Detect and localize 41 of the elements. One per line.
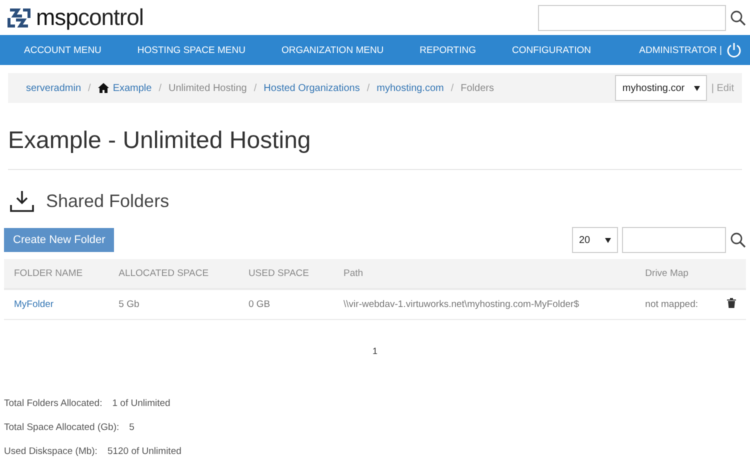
edit-link[interactable]: | Edit	[711, 82, 734, 94]
summary-label: Used Diskspace (Mb):	[4, 446, 98, 457]
page-title: Example - Unlimited Hosting	[8, 126, 312, 156]
table-cell: 0 GB	[248, 299, 270, 310]
breadcrumb-separator: /	[254, 82, 257, 94]
nav-menu-item[interactable]: ORGANIZATION MENU	[281, 44, 384, 56]
column-header: USED SPACE	[238, 259, 334, 289]
nav-menu-item[interactable]: CONFIGURATION	[512, 44, 591, 56]
breadcrumb-separator: /	[366, 82, 370, 94]
table-cell: 5 Gb	[118, 299, 140, 310]
nav-menu-item[interactable]: REPORTING	[420, 44, 476, 56]
summary-value: 5	[129, 422, 134, 433]
breadcrumb-text: Folders	[460, 82, 494, 94]
organization-select[interactable]: myhosting.cor	[615, 75, 708, 101]
breadcrumb-link[interactable]: Hosted Organizations	[264, 82, 360, 94]
breadcrumb-separator: /	[158, 82, 162, 94]
column-header: Drive Map	[635, 259, 722, 289]
create-folder-button[interactable]: Create New Folder	[4, 228, 114, 252]
section-title: Shared Folders	[46, 190, 170, 212]
breadcrumb-link[interactable]: Example	[98, 82, 152, 94]
logo-text: mspcontrol	[36, 4, 144, 31]
summary-value: 1 of Unlimited	[112, 398, 170, 409]
breadcrumb-link[interactable]: serveradmin	[26, 82, 82, 94]
breadcrumb-text: Unlimited Hosting	[168, 82, 247, 94]
nav-menu-item[interactable]: ACCOUNT MENU	[24, 44, 102, 56]
column-header: Path	[334, 259, 636, 289]
breadcrumb-separator: /	[450, 82, 454, 94]
page-size-select[interactable]: 20	[572, 227, 618, 253]
column-header: FOLDER NAME	[4, 259, 109, 289]
breadcrumb-separator: /	[88, 82, 91, 94]
column-header: ALLOCATED SPACE	[108, 259, 238, 289]
table-cell: not mapped:	[645, 299, 698, 310]
folder-link[interactable]: MyFolder	[14, 299, 54, 310]
user-menu[interactable]: ADMINISTRATOR |	[639, 44, 722, 56]
summary-label: Total Folders Allocated:	[4, 398, 102, 409]
summary-value: 5120 of Unlimited	[107, 446, 182, 457]
breadcrumb-link[interactable]: myhosting.com	[376, 82, 444, 94]
summary-label: Total Space Allocated (Gb):	[4, 422, 120, 433]
table-cell: \\vir-webdav-1.virtuworks.net\myhosting.com-MyFolder$	[344, 299, 579, 310]
nav-menu-item[interactable]: HOSTING SPACE MENU	[137, 44, 246, 56]
page-link[interactable]: 1	[372, 346, 378, 356]
